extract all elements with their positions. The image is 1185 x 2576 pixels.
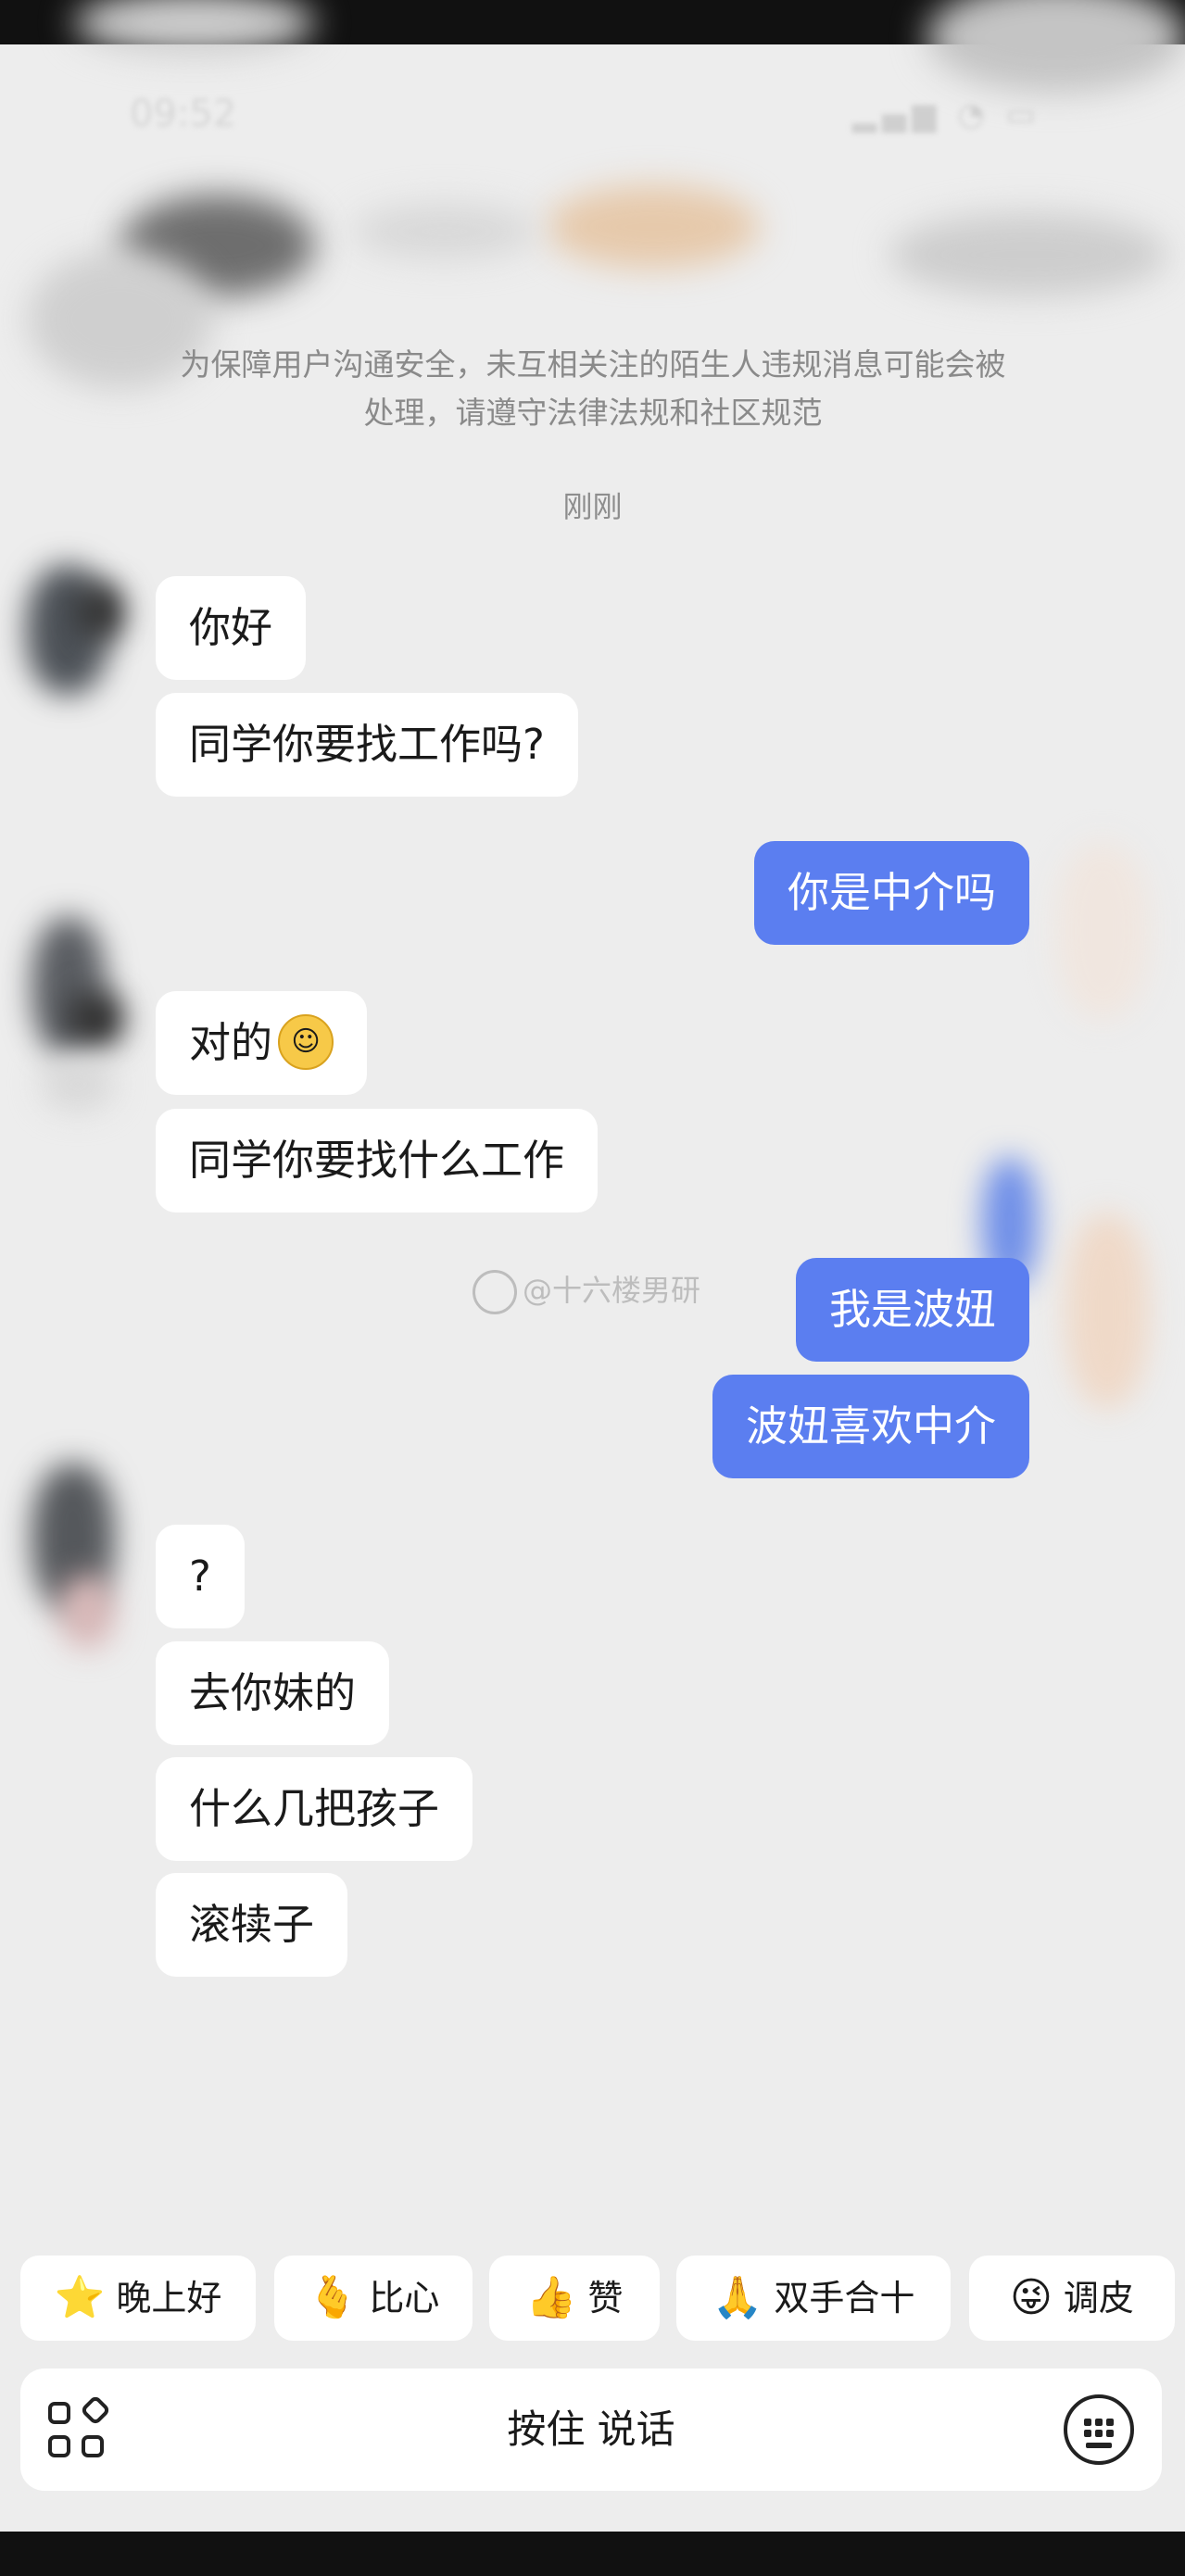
watermark-text: @十六楼男研 bbox=[523, 1273, 701, 1308]
quick-reply-label: 赞 bbox=[587, 2278, 624, 2318]
quick-reply-playful[interactable]: 😜 调皮 bbox=[969, 2256, 1175, 2341]
received-message[interactable]: 什么几把孩子 bbox=[156, 1757, 473, 1861]
quick-reply-label: 晚上好 bbox=[116, 2278, 222, 2318]
quick-reply-pray[interactable]: 🙏 双手合十 bbox=[676, 2256, 951, 2341]
weibo-logo-icon bbox=[473, 1270, 517, 1314]
wink-tongue-emoji-icon: 😜 bbox=[1010, 2274, 1053, 2321]
contact-avatar[interactable] bbox=[13, 1464, 124, 1649]
watermark: @十六楼男研 bbox=[473, 1267, 700, 1314]
status-icons-blurred: ▂▄▆ ◔ ▭ bbox=[852, 96, 1041, 133]
safety-notice-line2: 处理，请遵守法律法规和社区规范 bbox=[363, 395, 823, 431]
status-time-blurred: 09:52 bbox=[130, 93, 237, 135]
quick-reply-label: 双手合十 bbox=[774, 2278, 915, 2318]
received-message[interactable]: ? bbox=[156, 1525, 245, 1628]
sent-message[interactable]: 我是波妞 bbox=[795, 1258, 1029, 1362]
heart-hands-emoji-icon: 🫰 bbox=[307, 2274, 359, 2321]
message-timestamp: 刚刚 bbox=[562, 489, 623, 524]
bottom-strip bbox=[0, 2532, 1185, 2576]
received-message[interactable]: 对的 ☺ bbox=[156, 991, 368, 1095]
pray-emoji-icon: 🙏 bbox=[712, 2274, 763, 2321]
sent-message[interactable]: 你是中介吗 bbox=[753, 841, 1029, 945]
hold-to-talk-button[interactable]: 按住 说话 bbox=[20, 2369, 1162, 2491]
my-avatar[interactable] bbox=[1047, 843, 1158, 1019]
received-message[interactable]: 你好 bbox=[156, 576, 307, 680]
quick-reply-good-evening[interactable]: ⭐ 晚上好 bbox=[20, 2256, 256, 2341]
safety-notice: 为保障用户沟通安全，未互相关注的陌生人违规消息可能会被 处理，请遵守法律法规和社… bbox=[130, 341, 1056, 437]
keyboard-icon[interactable] bbox=[1064, 2394, 1134, 2465]
quick-reply-heart[interactable]: 🫰 比心 bbox=[274, 2256, 473, 2341]
thumbs-up-emoji-icon: 👍 bbox=[525, 2274, 577, 2321]
received-message-text: 对的 bbox=[189, 1018, 273, 1067]
quick-reply-like[interactable]: 👍 赞 bbox=[489, 2256, 660, 2341]
received-message[interactable]: 同学你要找工作吗? bbox=[156, 693, 578, 797]
apps-grid-icon[interactable] bbox=[48, 2394, 111, 2463]
sent-message[interactable]: 波妞喜欢中介 bbox=[712, 1375, 1029, 1478]
quick-reply-label: 调皮 bbox=[1063, 2278, 1134, 2318]
received-message[interactable]: 滚犊子 bbox=[156, 1873, 348, 1977]
contact-avatar[interactable] bbox=[13, 547, 124, 704]
safety-notice-line1: 为保障用户沟通安全，未互相关注的陌生人违规消息可能会被 bbox=[180, 346, 1006, 383]
contact-avatar[interactable] bbox=[13, 908, 124, 1112]
star-emoji-icon: ⭐ bbox=[54, 2274, 106, 2321]
received-message[interactable]: 同学你要找什么工作 bbox=[156, 1109, 599, 1213]
received-message[interactable]: 去你妹的 bbox=[156, 1641, 390, 1745]
quick-reply-label: 比心 bbox=[369, 2278, 440, 2318]
input-bar: 按住 说话 bbox=[20, 2369, 1162, 2491]
smile-emoji-icon: ☺ bbox=[278, 1014, 334, 1070]
